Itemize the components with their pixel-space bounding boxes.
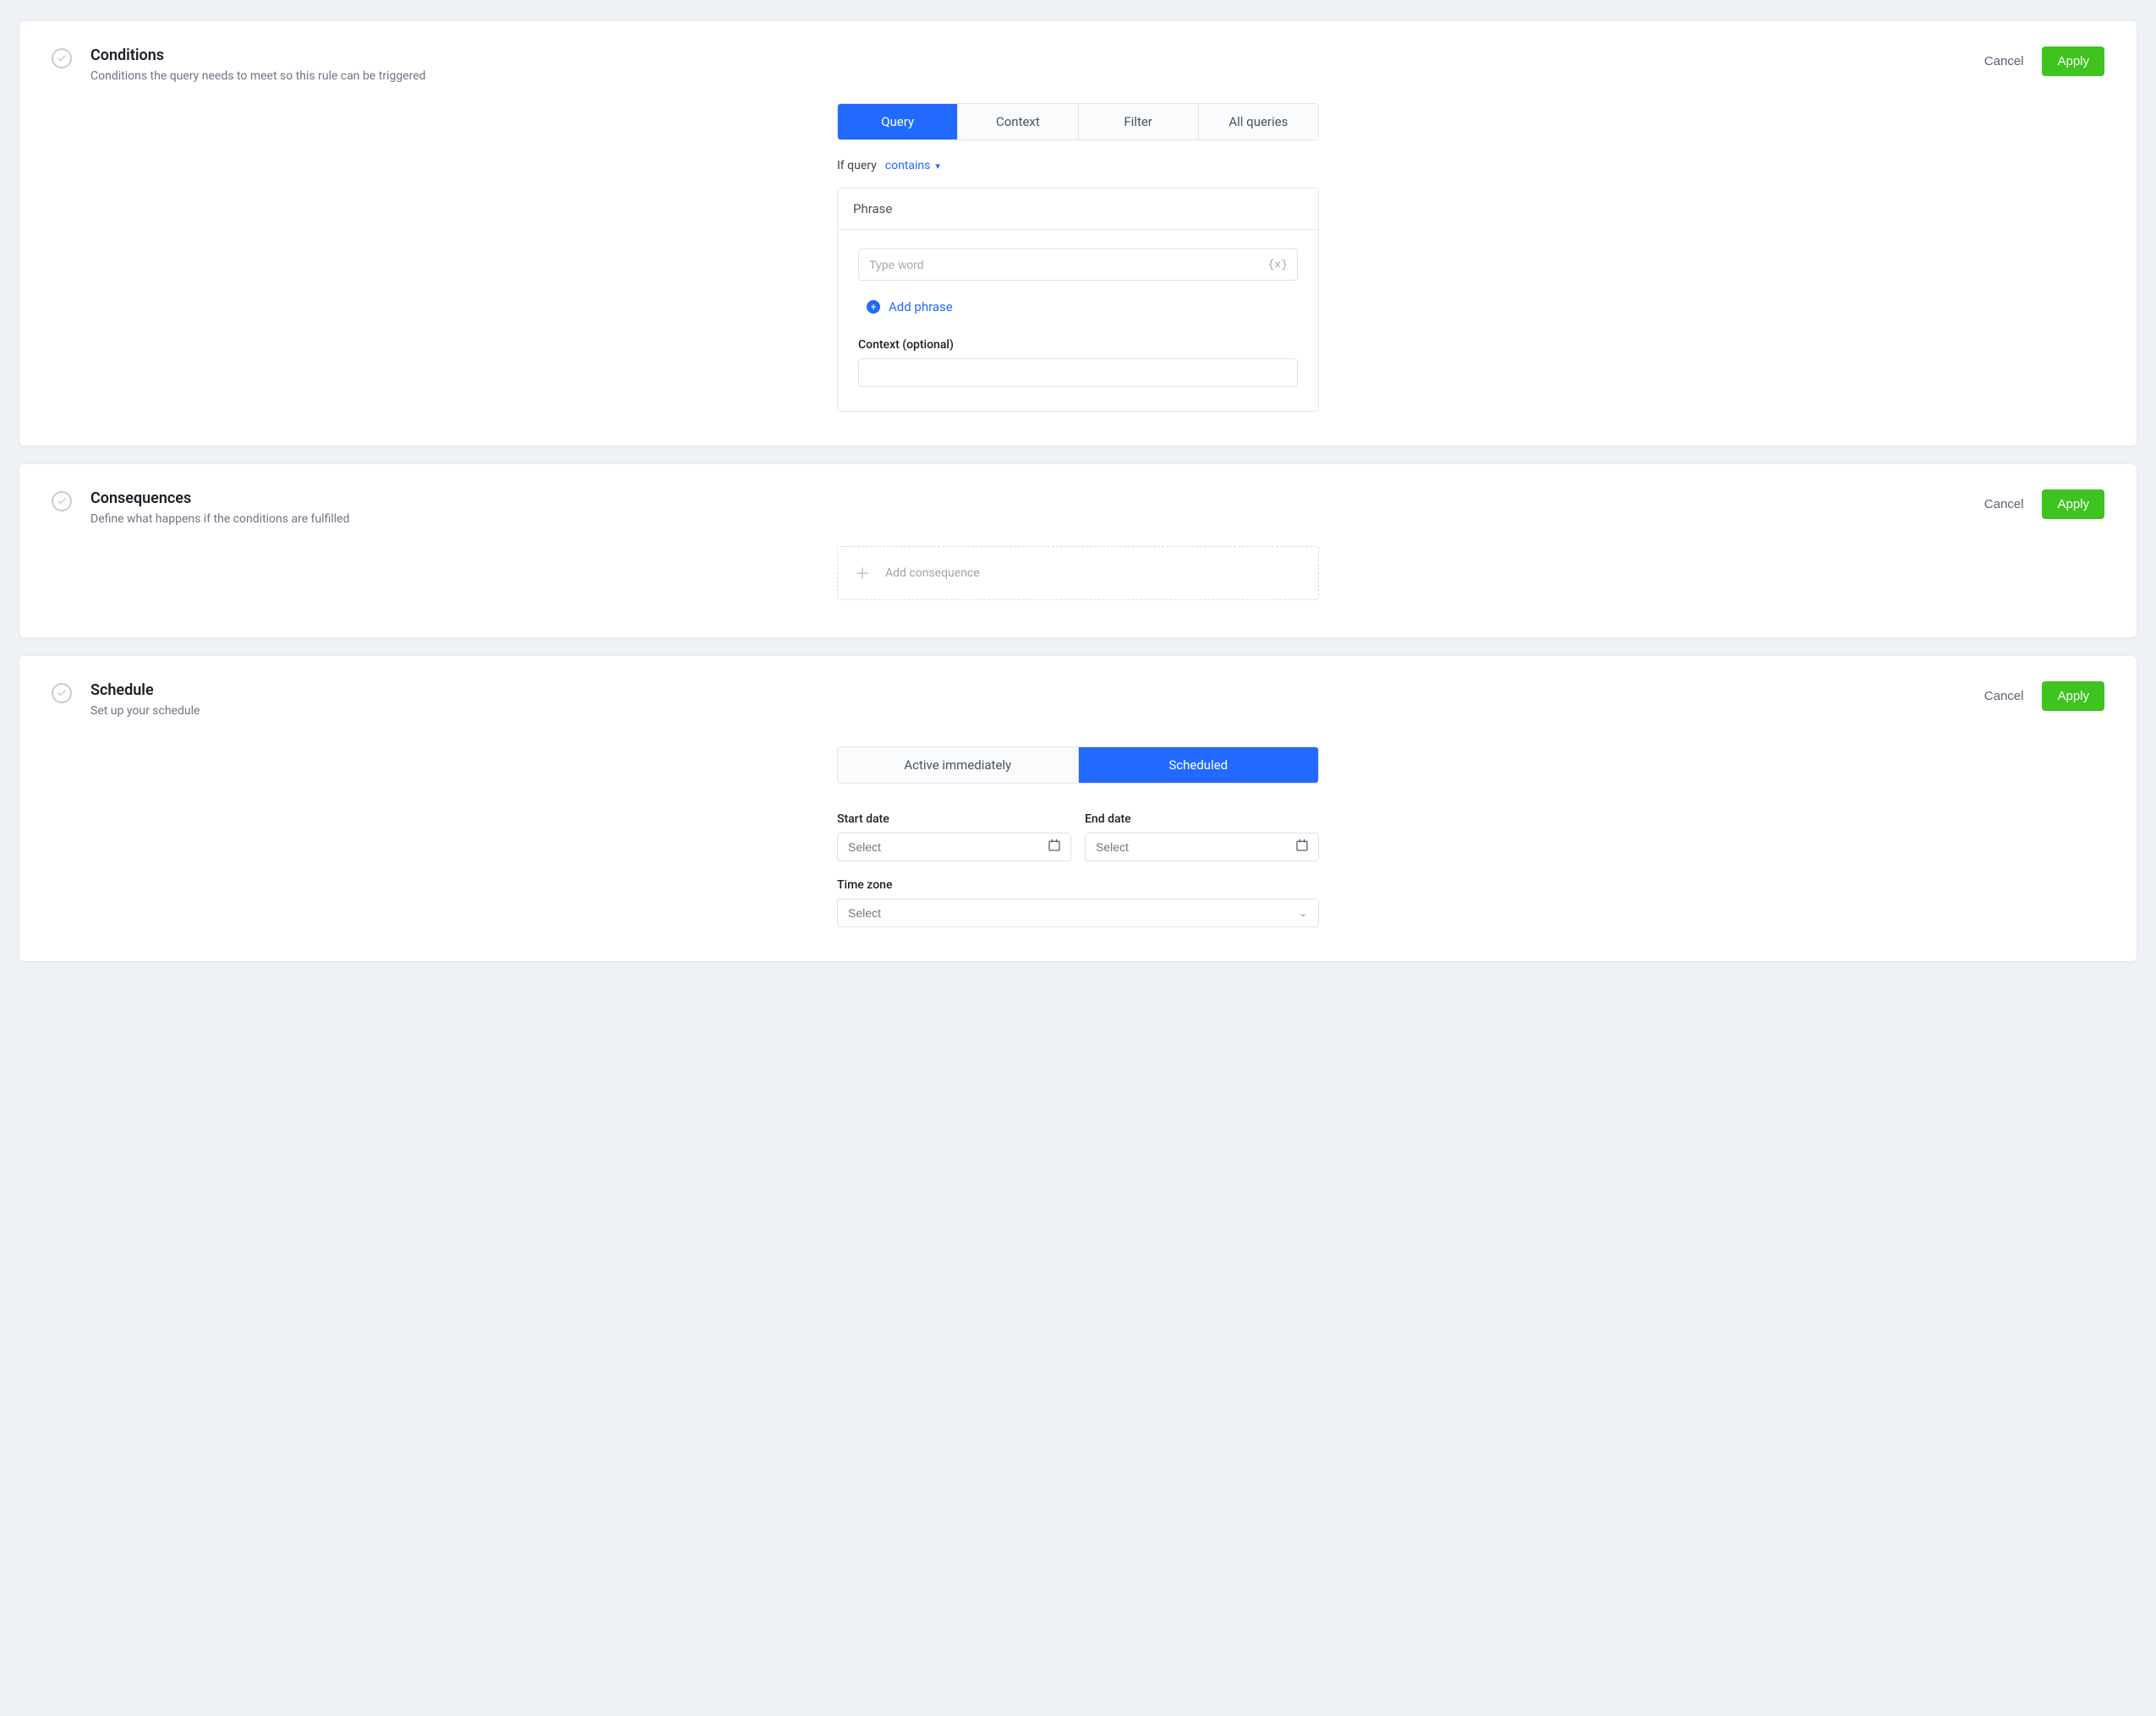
phrase-panel: Phrase {x} + Add phrase Context (optiona… bbox=[837, 188, 1319, 412]
phrase-input[interactable] bbox=[858, 249, 1298, 281]
chevron-down-icon: ⌄ bbox=[1299, 907, 1307, 919]
match-mode-value: contains bbox=[885, 159, 931, 172]
calendar-icon bbox=[1048, 839, 1061, 855]
consequences-subtitle: Define what happens if the conditions ar… bbox=[90, 512, 1984, 526]
check-circle-icon bbox=[52, 683, 72, 703]
consequences-title: Consequences bbox=[90, 489, 1984, 507]
check-circle-icon bbox=[52, 48, 72, 68]
cancel-button[interactable]: Cancel bbox=[1984, 497, 2024, 511]
phrase-panel-title: Phrase bbox=[838, 189, 1318, 229]
start-date-input[interactable] bbox=[837, 833, 1071, 861]
if-query-label: If query bbox=[837, 159, 877, 172]
consequences-card: Consequences Define what happens if the … bbox=[19, 463, 2137, 638]
schedule-tabs: Active immediately Scheduled bbox=[837, 746, 1319, 784]
add-consequence-button[interactable]: ＋ Add consequence bbox=[837, 546, 1319, 600]
schedule-subtitle: Set up your schedule bbox=[90, 704, 1984, 718]
time-zone-label: Time zone bbox=[837, 878, 1319, 892]
conditions-title: Conditions bbox=[90, 46, 1984, 64]
schedule-title: Schedule bbox=[90, 681, 1984, 699]
context-label: Context (optional) bbox=[858, 338, 1298, 352]
add-phrase-label: Add phrase bbox=[889, 299, 953, 314]
tab-query[interactable]: Query bbox=[838, 104, 958, 139]
check-circle-icon bbox=[52, 491, 72, 511]
end-date-input[interactable] bbox=[1085, 833, 1319, 861]
schedule-card: Schedule Set up your schedule Cancel App… bbox=[19, 655, 2137, 962]
add-consequence-label: Add consequence bbox=[885, 566, 980, 580]
variable-icon[interactable]: {x} bbox=[1268, 259, 1288, 271]
apply-button[interactable]: Apply bbox=[2042, 46, 2104, 76]
tab-active-immediately[interactable]: Active immediately bbox=[838, 747, 1079, 783]
tab-filter[interactable]: Filter bbox=[1079, 104, 1199, 139]
tab-scheduled[interactable]: Scheduled bbox=[1079, 747, 1319, 783]
conditions-tabs: Query Context Filter All queries bbox=[837, 103, 1319, 140]
conditions-card: Conditions Conditions the query needs to… bbox=[19, 20, 2137, 446]
start-date-label: Start date bbox=[837, 812, 1071, 826]
tab-context[interactable]: Context bbox=[958, 104, 1078, 139]
apply-button[interactable]: Apply bbox=[2042, 489, 2104, 519]
add-phrase-button[interactable]: + Add phrase bbox=[867, 299, 953, 314]
calendar-icon bbox=[1295, 839, 1309, 855]
time-zone-select[interactable] bbox=[837, 899, 1319, 927]
apply-button[interactable]: Apply bbox=[2042, 681, 2104, 711]
cancel-button[interactable]: Cancel bbox=[1984, 689, 2024, 703]
context-input[interactable] bbox=[858, 358, 1298, 387]
tab-all-queries[interactable]: All queries bbox=[1199, 104, 1318, 139]
conditions-subtitle: Conditions the query needs to meet so th… bbox=[90, 69, 1984, 83]
chevron-down-icon: ▾ bbox=[935, 161, 940, 172]
end-date-label: End date bbox=[1085, 812, 1319, 826]
plus-icon: ＋ bbox=[855, 562, 870, 584]
match-mode-dropdown[interactable]: contains ▾ bbox=[885, 159, 940, 172]
cancel-button[interactable]: Cancel bbox=[1984, 54, 2024, 68]
plus-circle-icon: + bbox=[867, 300, 880, 314]
